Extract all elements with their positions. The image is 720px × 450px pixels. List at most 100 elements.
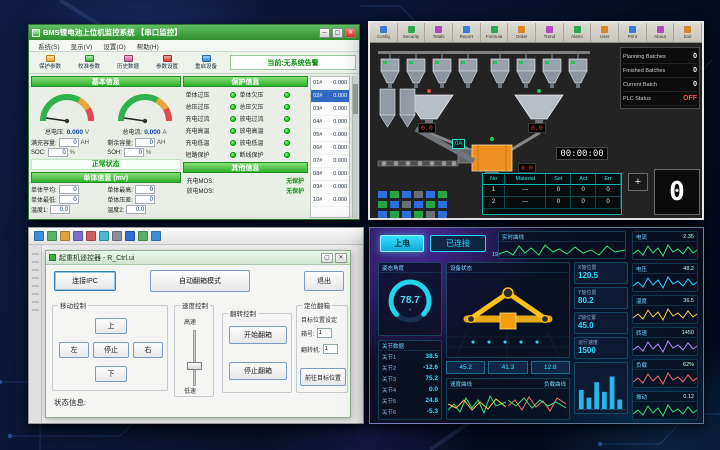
speed-waveform [448, 390, 506, 418]
scrollbar[interactable] [352, 76, 357, 218]
weight-display-1: 0.0 [418, 123, 436, 133]
stop-icon[interactable] [86, 231, 96, 241]
scada-toolbar-button[interactable]: About [647, 23, 675, 42]
circular-gauge: 78.7 ° [379, 273, 441, 333]
cell-row[interactable]: 04#0.000 [311, 116, 349, 129]
battery-stat-row: SOH:0% [107, 148, 180, 157]
settings-icon[interactable] [112, 231, 122, 241]
flipper-label: 翻转机: [301, 345, 321, 354]
run-icon[interactable] [99, 231, 109, 241]
move-right-button[interactable]: 右 [133, 342, 163, 358]
scada-toolbar-button[interactable]: Config [370, 23, 398, 42]
menu-item[interactable]: 设置(O) [98, 41, 130, 51]
crane-titlebar[interactable]: 起重机遥控器 - R_Ctrl.ui ▢ ✕ [46, 251, 350, 265]
cell-row[interactable]: 02#0.000 [311, 90, 349, 103]
mini-chart-panel: 转速1450 [632, 327, 698, 356]
close-button[interactable]: ✕ [345, 28, 356, 38]
goto-target-button[interactable]: 前往目标位置 [300, 368, 346, 386]
toolbar-button-icon [629, 26, 636, 33]
box-number-input[interactable] [317, 328, 332, 338]
current-value: 0.000 [144, 129, 160, 136]
status-led [284, 104, 290, 110]
mini-chart-panel: 电流2.35 [632, 231, 698, 260]
slider-handle[interactable] [187, 362, 202, 370]
position-flip-group: 定位翻箱 目标位置设定 箱号: 翻转机: 前往目标位置 [296, 305, 348, 393]
preview-icon[interactable] [138, 231, 148, 241]
alarm-banner: 当前:无系统告警 [230, 55, 356, 70]
bms-titlebar[interactable]: BMS锂电池上位机监控系统 【串口监控】 ─ ▢ ✕ [29, 25, 359, 40]
scada-toolbar-button[interactable]: Exit [674, 23, 702, 42]
widget-toolbox-strip[interactable] [29, 245, 42, 423]
toolbar-button-icon [574, 26, 581, 33]
flipper-input[interactable] [323, 344, 338, 354]
move-down-button[interactable]: 下 [95, 366, 127, 382]
power-on-button[interactable]: 上电 [380, 235, 424, 252]
cell-stat-row: 温度2:0.0 [107, 205, 180, 214]
cell-row[interactable]: 10#0.000 [311, 194, 349, 207]
scada-toolbar-button[interactable]: Formula [481, 23, 509, 42]
chart-title: 实时曲线 [502, 233, 524, 241]
group-label: 速度控制 [180, 300, 210, 310]
move-up-button[interactable]: 上 [95, 318, 127, 334]
open-file-icon[interactable] [47, 231, 57, 241]
protection-row: 短路保护 断线保护 [183, 149, 309, 160]
cell-voltage-list[interactable]: 01#0.000 02#0.000 03#0.000 04#0.000 [310, 76, 350, 218]
move-left-button[interactable]: 左 [59, 342, 89, 358]
scada-toolbar-button[interactable]: Trend [536, 23, 564, 42]
new-file-icon[interactable] [34, 231, 44, 241]
toolbar-button[interactable]: 保护参数 [32, 55, 68, 70]
scada-toolbar-button[interactable]: Security [398, 23, 426, 42]
scada-toolbar-button[interactable]: Totals [425, 23, 453, 42]
table-row[interactable]: 2---000 [483, 197, 621, 209]
cell-row[interactable]: 08#0.000 [311, 168, 349, 181]
menu-item[interactable]: 显示(V) [66, 41, 98, 51]
status-led [230, 128, 236, 134]
menu-item[interactable]: 帮助(H) [132, 41, 164, 51]
build-icon[interactable] [125, 231, 135, 241]
cell-row[interactable]: 06#0.000 [311, 142, 349, 155]
cell-row[interactable]: 01#0.000 [311, 77, 349, 90]
cell-row[interactable]: 07#0.000 [311, 155, 349, 168]
start-flip-button[interactable]: 开始翻箱 [229, 326, 287, 344]
scada-toolbar-button[interactable]: User [591, 23, 619, 42]
cell-row[interactable]: 05#0.000 [311, 129, 349, 142]
stop-flip-button[interactable]: 停止翻箱 [229, 362, 287, 380]
cell-stat-row: 单体平均:0 [31, 185, 104, 194]
toolbar-button[interactable]: 参数设置 [149, 55, 185, 70]
batch-table: NoMaterialSetActErr 1---000 2---000 [482, 173, 622, 215]
move-stop-button[interactable]: 停止 [93, 342, 129, 358]
cell-stat-row: 单体最低:0 [31, 195, 104, 204]
speed-slider[interactable] [193, 330, 196, 386]
maximize-button[interactable]: ▢ [332, 28, 343, 38]
joint-row: 关节524.8 [379, 395, 441, 406]
toolbar-button[interactable]: 重启设备 [188, 55, 224, 70]
minimize-button[interactable]: ─ [319, 28, 330, 38]
scada-toolbar-button[interactable]: Order [508, 23, 536, 42]
target-position-label: 目标位置设定 [301, 315, 337, 324]
cell-row[interactable]: 03#0.000 [311, 103, 349, 116]
edit-icon[interactable] [73, 231, 83, 241]
mini-waveform [633, 370, 697, 387]
load-waveform [508, 390, 566, 418]
close-button[interactable]: ✕ [335, 253, 347, 263]
scada-toolbar-button[interactable]: Alarm [564, 23, 592, 42]
layout-icon[interactable] [151, 231, 161, 241]
cell-row[interactable]: 09#0.000 [311, 181, 349, 194]
menu-item[interactable]: 系统(S) [33, 41, 65, 51]
connect-ipc-button[interactable]: 连接IPC [54, 271, 116, 291]
auto-flip-mode-button[interactable]: 自动翻箱模式 [150, 270, 250, 292]
increment-button[interactable]: + [628, 173, 648, 191]
mini-waveform [633, 274, 697, 291]
scada-toolbar-button[interactable]: Print [619, 23, 647, 42]
scada-toolbar-button[interactable]: Report [453, 23, 481, 42]
mini-chart-panel: 温度36.5 [632, 295, 698, 324]
maximize-button[interactable]: ▢ [321, 253, 333, 263]
toolbar-button[interactable]: 历史数据 [110, 55, 146, 70]
toolbar-button[interactable]: 校准参数 [71, 55, 107, 70]
exit-button[interactable]: 退出 [304, 271, 344, 291]
save-icon[interactable] [60, 231, 70, 241]
toolbar-button-icon [491, 26, 498, 33]
status-info-label: 状态信息: [54, 397, 86, 408]
arm-title: 设备状态 [450, 264, 472, 272]
table-row[interactable]: 1---000 [483, 185, 621, 197]
